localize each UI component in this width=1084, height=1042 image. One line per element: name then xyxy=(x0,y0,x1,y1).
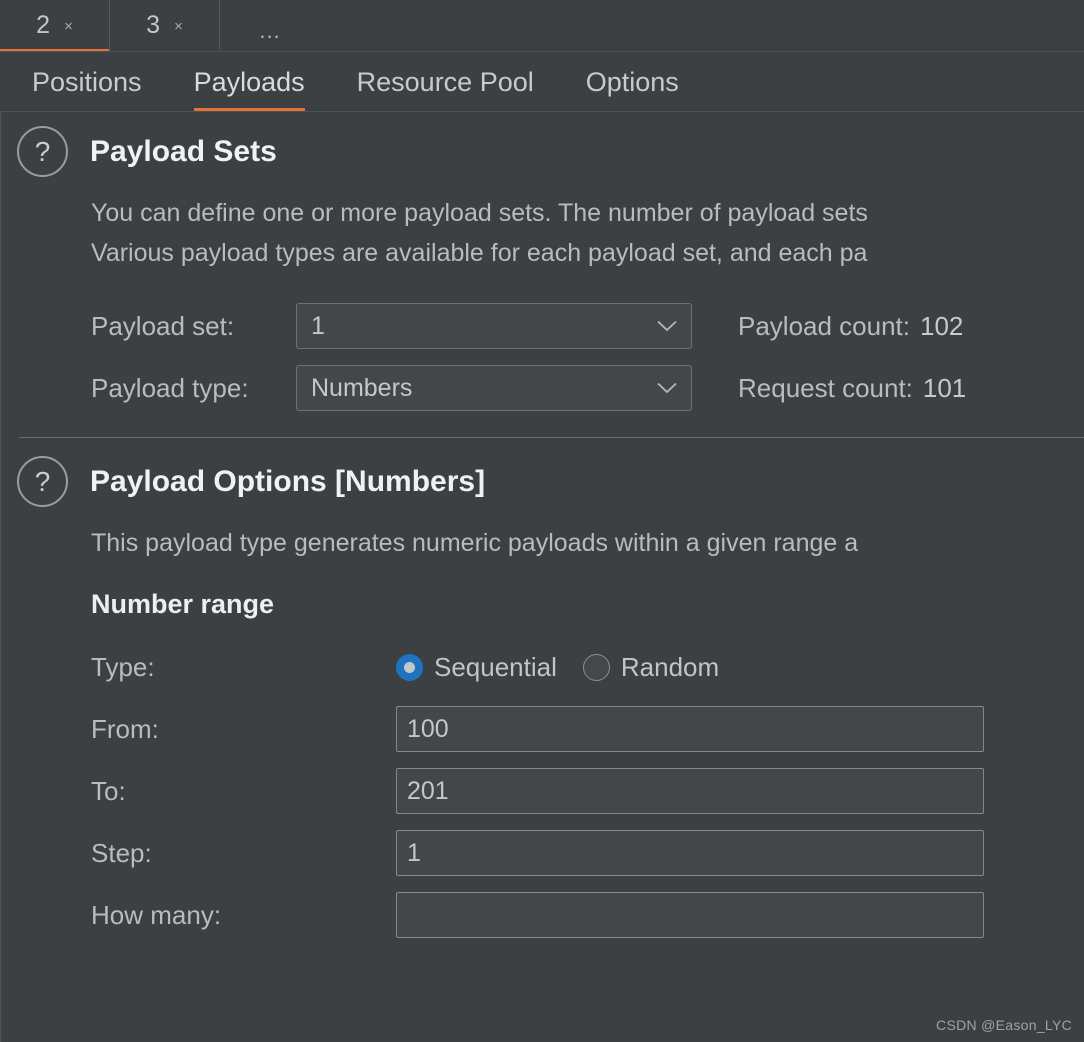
to-label: To: xyxy=(91,775,126,806)
tab-options[interactable]: Options xyxy=(560,52,705,112)
how-many-row: How many: xyxy=(91,884,1084,946)
request-count-row: Request count: 101 xyxy=(738,357,966,419)
tab-label: Resource Pool xyxy=(356,66,534,97)
payload-set-dropdown[interactable]: 1 xyxy=(296,303,692,349)
radio-label: Sequential xyxy=(434,651,557,682)
payload-set-label: Payload set: xyxy=(91,310,235,341)
close-icon[interactable]: × xyxy=(64,19,73,34)
help-icon[interactable]: ? xyxy=(17,456,68,507)
payload-set-form: Payload set: 1 Payload type: Numbers xyxy=(91,295,692,419)
payload-counts: Payload count: 102 Request count: 101 xyxy=(738,295,966,419)
attack-tab-overflow[interactable]: ... xyxy=(220,0,320,52)
number-range-form: Type: Sequential Random From: 100 To: 20… xyxy=(91,636,1084,946)
tab-positions[interactable]: Positions xyxy=(6,52,168,112)
request-count-label: Request count: xyxy=(738,372,913,403)
payload-options-description: This payload type generates numeric payl… xyxy=(91,523,1084,563)
payload-type-row: Payload type: Numbers xyxy=(91,357,692,419)
payload-count-label: Payload count: xyxy=(738,310,911,341)
description-line-2: Various payload types are available for … xyxy=(91,239,868,267)
payload-type-label: Payload type: xyxy=(91,372,249,403)
radio-dot-icon xyxy=(396,653,423,681)
payload-type-value: Numbers xyxy=(311,373,413,402)
ellipsis-icon: ... xyxy=(259,18,281,43)
description-line: This payload type generates numeric payl… xyxy=(91,529,859,557)
number-range-heading: Number range xyxy=(91,589,275,619)
payload-set-value: 1 xyxy=(311,311,325,340)
tab-label: Payloads xyxy=(193,66,305,97)
radio-label: Random xyxy=(620,651,720,682)
tab-resource-pool[interactable]: Resource Pool xyxy=(331,52,560,112)
payload-sets-header: ? Payload Sets xyxy=(1,112,1084,177)
attack-tab-label: 2 xyxy=(36,10,51,39)
watermark: CSDN @Eason_LYC xyxy=(936,1017,1072,1033)
step-input[interactable] xyxy=(396,830,984,876)
request-count-value: 101 xyxy=(922,372,967,403)
tab-label: Positions xyxy=(32,66,142,97)
main-tab-bar: Positions Payloads Resource Pool Options xyxy=(0,52,1084,112)
type-row: Type: Sequential Random xyxy=(91,636,1084,698)
payload-options-header: ? Payload Options [Numbers] xyxy=(1,438,1084,507)
step-label: Step: xyxy=(91,837,152,868)
payloads-content: ? Payload Sets You can define one or mor… xyxy=(0,112,1084,1042)
to-input[interactable] xyxy=(396,768,984,814)
how-many-label: How many: xyxy=(91,899,222,930)
payload-count-value: 102 xyxy=(920,310,964,341)
attack-tab-label: 3 xyxy=(146,10,161,39)
to-row: To: xyxy=(91,760,1084,822)
attack-tab-2[interactable]: 2 × xyxy=(0,0,110,52)
attack-tab-3[interactable]: 3 × xyxy=(110,0,220,52)
type-label: Type: xyxy=(91,651,155,682)
help-glyph: ? xyxy=(34,465,51,497)
step-row: Step: xyxy=(91,822,1084,884)
payload-sets-description: You can define one or more payload sets.… xyxy=(91,193,1084,273)
from-label: From: xyxy=(91,713,159,744)
how-many-input[interactable] xyxy=(396,892,984,938)
payload-type-dropdown[interactable]: Numbers xyxy=(296,365,692,411)
payload-options-section: ? Payload Options [Numbers] This payload… xyxy=(1,438,1084,946)
from-input[interactable] xyxy=(396,706,984,752)
help-glyph: ? xyxy=(34,135,51,167)
payload-count-row: Payload count: 102 xyxy=(738,295,966,357)
payload-sets-section: ? Payload Sets You can define one or mor… xyxy=(1,112,1084,438)
tab-label: Options xyxy=(585,66,679,97)
description-line-1: You can define one or more payload sets.… xyxy=(91,199,868,227)
type-radio-group: Sequential Random xyxy=(396,652,719,683)
payload-set-row: Payload set: 1 xyxy=(91,295,692,357)
section-title: Payload Sets xyxy=(90,134,277,168)
tab-payloads[interactable]: Payloads xyxy=(168,52,331,112)
from-row: From: xyxy=(91,698,1084,760)
chevron-down-icon xyxy=(657,320,677,332)
attack-tab-strip: 2 × 3 × ... xyxy=(0,0,1084,52)
radio-sequential[interactable]: Sequential xyxy=(396,652,557,683)
section-title: Payload Options [Numbers] xyxy=(90,464,486,498)
radio-dot-icon xyxy=(582,653,610,681)
intruder-payloads-panel: 2 × 3 × ... Positions Payloads Resource … xyxy=(0,0,1084,1042)
radio-random[interactable]: Random xyxy=(582,651,720,683)
chevron-down-icon xyxy=(657,382,677,394)
close-icon[interactable]: × xyxy=(174,19,183,34)
help-icon[interactable]: ? xyxy=(17,126,68,177)
